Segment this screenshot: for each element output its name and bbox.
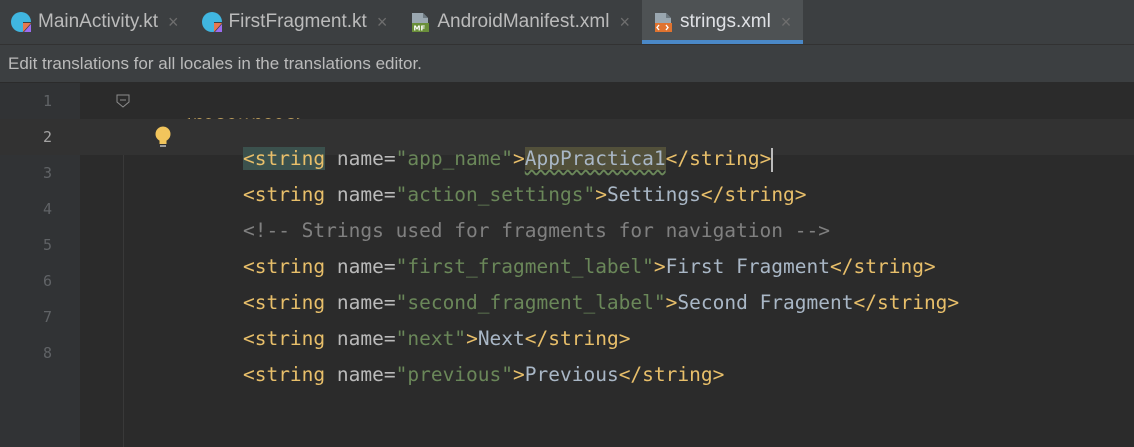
tab-firstfragment-kt[interactable]: FirstFragment.kt × bbox=[191, 0, 400, 44]
xml-tag: > bbox=[513, 363, 525, 386]
lightbulb-icon[interactable] bbox=[152, 125, 174, 151]
line-number: 3 bbox=[42, 164, 52, 182]
line-number: 2 bbox=[42, 128, 52, 146]
line-number: 1 bbox=[42, 92, 52, 110]
kotlin-file-icon bbox=[201, 12, 223, 33]
tab-label: strings.xml bbox=[680, 11, 771, 32]
line-number: 6 bbox=[42, 272, 52, 290]
xml-file-icon bbox=[655, 13, 672, 32]
tab-label: MainActivity.kt bbox=[38, 11, 159, 32]
close-icon[interactable]: × bbox=[781, 12, 792, 33]
xml-close-tag: </string> bbox=[618, 363, 725, 386]
xml-tag: <string bbox=[242, 363, 326, 386]
code-editor[interactable]: 1 <resources> 2 <string name="app_name">… bbox=[0, 83, 1134, 447]
xml-attribute-value: "previous" bbox=[395, 363, 514, 386]
close-icon[interactable]: × bbox=[168, 12, 179, 33]
tab-mainactivity-kt[interactable]: MainActivity.kt × bbox=[0, 0, 191, 44]
fold-toggle-icon[interactable] bbox=[116, 94, 130, 108]
tab-label: FirstFragment.kt bbox=[228, 11, 367, 32]
manifest-file-icon: MF bbox=[412, 13, 430, 33]
editor-tab-bar: MainActivity.kt × FirstFragment.kt × MF … bbox=[0, 0, 1134, 45]
banner-text: Edit translations for all locales in the… bbox=[8, 53, 422, 73]
tab-label: AndroidManifest.xml bbox=[437, 11, 610, 32]
line-number: 7 bbox=[42, 308, 52, 326]
string-text: Previous bbox=[524, 363, 619, 386]
code-text: <string name="previous">Previous</string… bbox=[196, 340, 724, 409]
close-icon[interactable]: × bbox=[619, 12, 630, 33]
tab-strings-xml[interactable]: strings.xml × bbox=[642, 0, 804, 44]
tab-androidmanifest-xml[interactable]: MF AndroidManifest.xml × bbox=[399, 0, 642, 44]
translations-editor-banner: Edit translations for all locales in the… bbox=[0, 45, 1134, 83]
line-number: 8 bbox=[42, 344, 52, 362]
close-icon[interactable]: × bbox=[377, 12, 388, 33]
line-number: 4 bbox=[42, 200, 52, 218]
kotlin-file-icon bbox=[11, 12, 32, 33]
xml-attribute: name= bbox=[325, 363, 396, 386]
svg-text:MF: MF bbox=[414, 25, 426, 33]
line-number: 5 bbox=[42, 236, 52, 254]
